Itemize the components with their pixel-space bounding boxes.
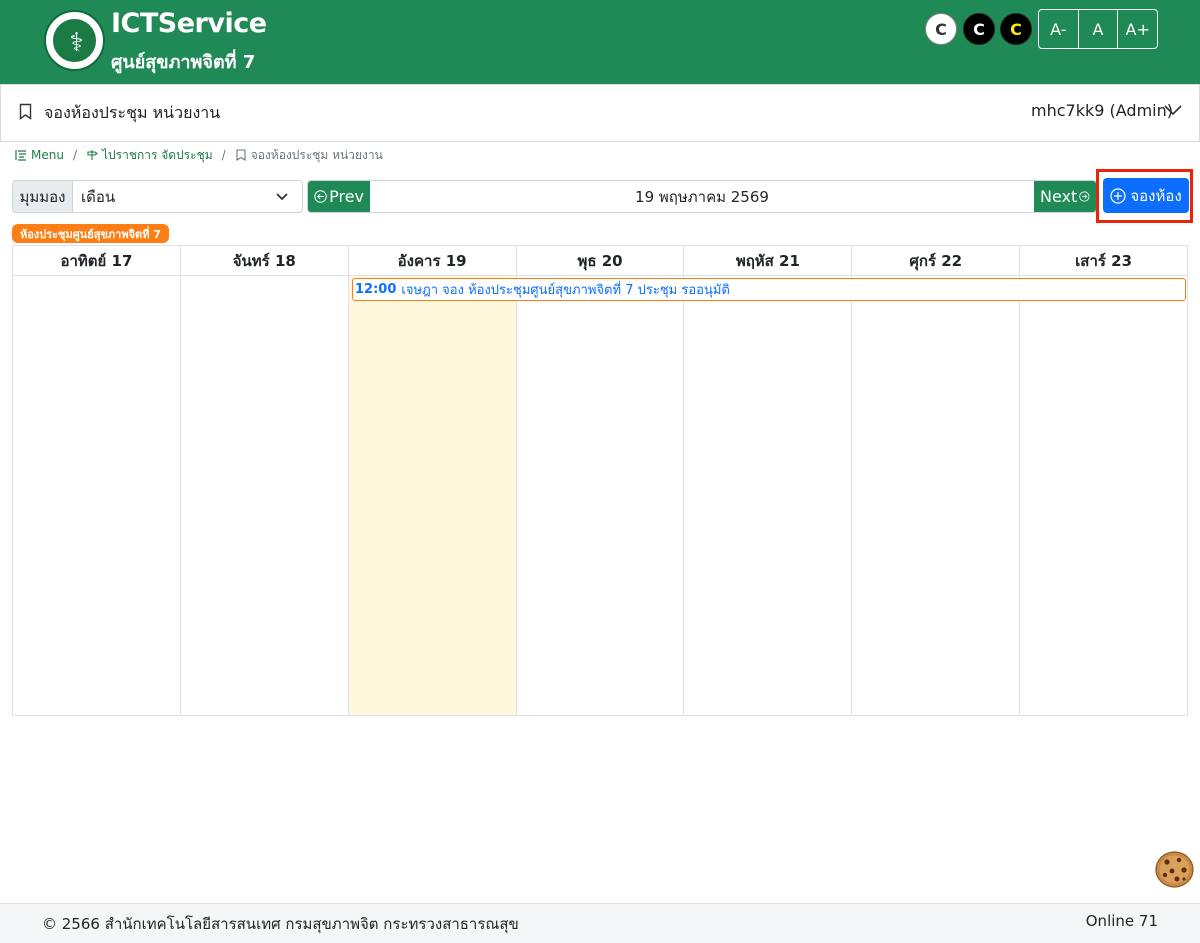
page-title: จองห้องประชุม หน่วยงาน	[44, 103, 221, 122]
calendar-body	[13, 276, 1187, 715]
room-badge: ห้องประชุมศูนย์สุขภาพจิตที่ 7	[12, 224, 169, 243]
next-button[interactable]: Next	[1034, 181, 1096, 212]
page-title-bar: จองห้องประชุม หน่วยงาน mhc7kk9 (Admin)	[0, 84, 1200, 142]
day-header: ศุกร์ 22	[852, 246, 1021, 275]
day-header: จันทร์ 18	[181, 246, 349, 275]
breadcrumb-menu-link[interactable]: Menu	[15, 148, 64, 162]
view-select[interactable]: เดือน	[73, 181, 302, 212]
breadcrumb-current: จองห้องประชุม หน่วยงาน	[235, 146, 383, 165]
day-cell[interactable]	[517, 276, 685, 715]
day-cell[interactable]	[684, 276, 853, 715]
arrow-right-circle-icon	[1079, 191, 1090, 202]
book-room-button[interactable]: จองห้อง	[1103, 178, 1189, 213]
bookmark-icon	[236, 149, 246, 161]
day-cell[interactable]	[13, 276, 181, 715]
day-cell[interactable]	[1020, 276, 1187, 715]
week-calendar: อาทิตย์ 17 จันทร์ 18 อังคาร 19 พุธ 20 พฤ…	[12, 245, 1188, 716]
contrast-normal-button[interactable]: C	[925, 13, 957, 45]
brand-title[interactable]: ICTService	[111, 8, 267, 39]
brand-subtitle: ศูนย์สุขภาพจิตที่ 7	[111, 52, 256, 73]
ministry-logo[interactable]: ⚕	[44, 10, 105, 71]
day-header: พุธ 20	[517, 246, 685, 275]
day-cell[interactable]	[852, 276, 1021, 715]
view-label: มุมมอง	[13, 181, 73, 212]
breadcrumb-meeting-link[interactable]: ไปราชการ จัดประชุม	[86, 146, 213, 165]
next-label: Next	[1040, 187, 1078, 206]
book-room-label: จองห้อง	[1130, 186, 1182, 205]
day-header: อังคาร 19	[349, 246, 517, 275]
day-cell[interactable]	[181, 276, 349, 715]
font-size-group: A- A A+	[1038, 9, 1158, 49]
date-navigation: Prev 19 พฤษภาคม 2569 Next	[307, 180, 1097, 213]
day-header: อาทิตย์ 17	[13, 246, 181, 275]
prev-button[interactable]: Prev	[308, 181, 370, 212]
breadcrumb-separator: /	[72, 148, 77, 162]
contrast-yellow-button[interactable]: C	[1000, 13, 1032, 45]
caduceus-icon: ⚕	[69, 27, 84, 58]
day-header: พฤหัส 21	[684, 246, 853, 275]
font-normal-button[interactable]: A	[1079, 10, 1119, 48]
online-count: Online 71	[1085, 912, 1158, 930]
current-date: 19 พฤษภาคม 2569	[635, 187, 769, 206]
prev-label: Prev	[329, 187, 364, 206]
signpost-icon	[87, 150, 98, 160]
day-header: เสาร์ 23	[1075, 251, 1133, 270]
calendar-event[interactable]: 12:00 เจษฎา จอง ห้องประชุมศูนย์สุขภาพจิต…	[352, 278, 1186, 301]
breadcrumb-current-label: จองห้องประชุม หน่วยงาน	[250, 147, 383, 162]
breadcrumb-menu-label: Menu	[31, 148, 64, 162]
cookie-icon[interactable]	[1155, 851, 1194, 888]
font-decrease-button[interactable]: A-	[1039, 10, 1079, 48]
event-text: เจษฎา จอง ห้องประชุมศูนย์สุขภาพจิตที่ 7 …	[401, 283, 730, 298]
copyright-text: © 2566 สำนักเทคโนโลยีสารสนเทศ กรมสุขภาพจ…	[42, 915, 519, 933]
breadcrumb-separator: /	[221, 148, 226, 162]
breadcrumb: Menu / ไปราชการ จัดประชุม / จองห้องประชุ…	[15, 146, 383, 164]
user-menu[interactable]: mhc7kk9 (Admin)	[1031, 101, 1173, 120]
calendar-header: อาทิตย์ 17 จันทร์ 18 อังคาร 19 พุธ 20 พฤ…	[13, 246, 1187, 276]
font-increase-button[interactable]: A+	[1118, 10, 1157, 48]
contrast-dark-button[interactable]: C	[963, 13, 995, 45]
chevron-down-icon	[276, 193, 288, 201]
plus-circle-icon	[1110, 187, 1126, 204]
chevron-down-icon[interactable]	[1164, 103, 1182, 117]
arrow-left-circle-icon	[314, 190, 327, 203]
site-header: ⚕ ICTService ศูนย์สุขภาพจิตที่ 7 C C C A…	[0, 0, 1200, 84]
breadcrumb-meeting-label: ไปราชการ จัดประชุม	[102, 147, 213, 162]
event-time: 12:00	[355, 282, 397, 297]
site-footer: © 2566 สำนักเทคโนโลยีสารสนเทศ กรมสุขภาพจ…	[0, 903, 1200, 943]
list-icon	[15, 150, 26, 161]
day-cell-today[interactable]	[348, 276, 517, 715]
view-select-value: เดือน	[81, 187, 116, 206]
bookmark-icon	[19, 103, 32, 120]
view-selector-group: มุมมอง เดือน	[12, 180, 303, 213]
